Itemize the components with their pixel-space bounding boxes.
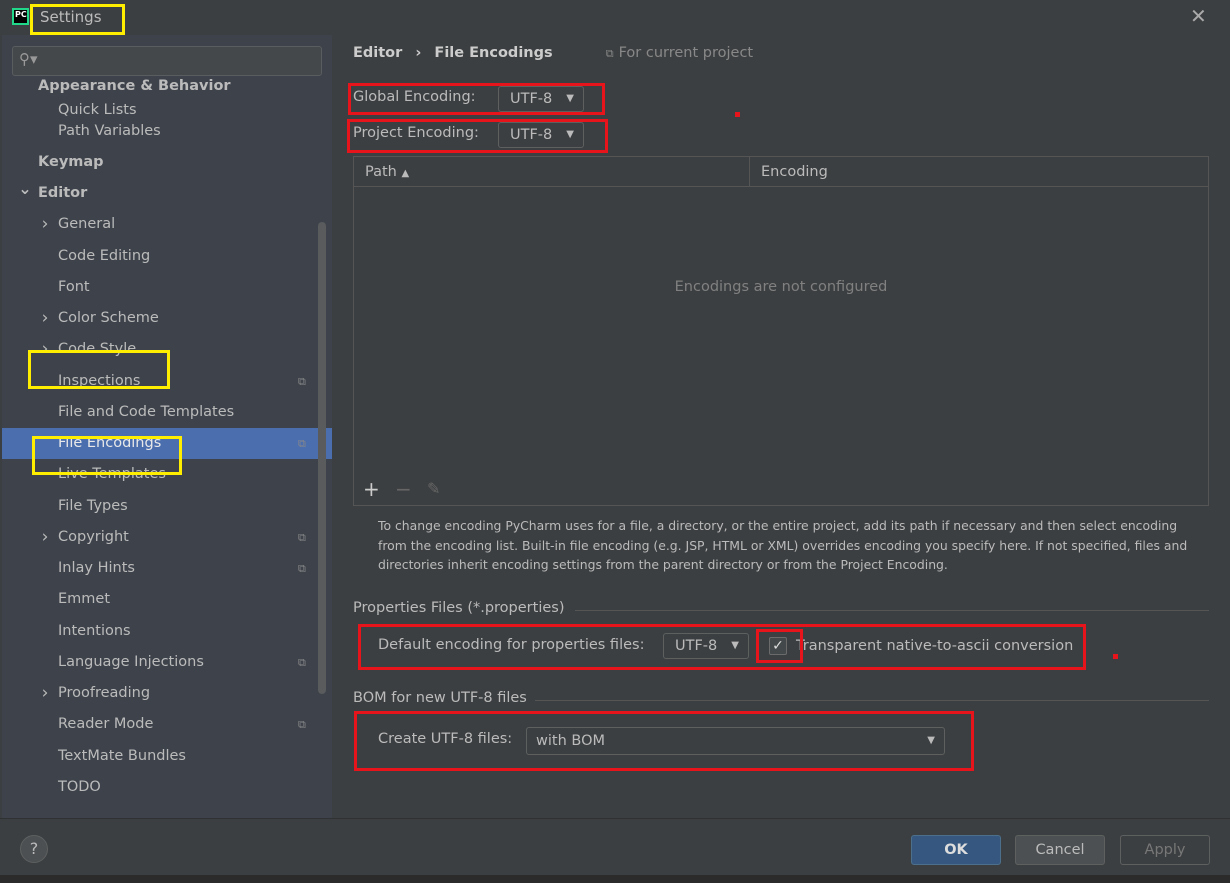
cancel-button[interactable]: Cancel (1015, 835, 1105, 865)
sidebar-item-label: Appearance & Behavior (38, 78, 231, 94)
sidebar-item-label: TODO (58, 779, 101, 795)
sidebar-item-proofreading[interactable]: › Proofreading (2, 678, 318, 709)
sidebar-item-inlay-hints[interactable]: Inlay Hints ⧉ (2, 553, 318, 584)
annotation-box (32, 436, 182, 475)
annotation-box (28, 350, 170, 389)
project-scope-icon: ⧉ (605, 47, 614, 60)
sidebar-item-label: TextMate Bundles (58, 748, 186, 764)
annotation-box (347, 119, 608, 153)
divider (535, 700, 1209, 701)
column-label: Path (365, 164, 397, 180)
sidebar-item-emmet[interactable]: Emmet (2, 584, 318, 615)
sidebar-item-color-scheme[interactable]: › Color Scheme (2, 303, 318, 334)
background-editor-strip (0, 875, 1230, 883)
sidebar-item-label: Code Editing (58, 248, 151, 264)
sidebar-item-editor[interactable]: ⌄ Editor (2, 178, 318, 209)
breadcrumb-separator: › (415, 45, 422, 61)
pycharm-icon: PC (12, 8, 29, 25)
column-encoding[interactable]: Encoding (761, 164, 828, 180)
project-scope-icon: ⧉ (298, 718, 306, 731)
sidebar-item-intentions[interactable]: Intentions (2, 616, 318, 647)
close-icon[interactable]: ✕ (1190, 4, 1207, 28)
sidebar-item-label: Font (58, 279, 90, 295)
sidebar-item-font[interactable]: Font (2, 272, 318, 303)
breadcrumb: Editor › File Encodings ⧉ For current pr… (353, 45, 753, 61)
sidebar-item-label: General (58, 216, 116, 232)
breadcrumb-parent[interactable]: Editor (353, 45, 402, 61)
breadcrumb-current: File Encodings (434, 45, 553, 61)
sidebar-item-label: Quick Lists (58, 102, 137, 117)
sidebar-item-general[interactable]: › General (2, 209, 318, 240)
column-divider (749, 157, 750, 187)
annotation-box (354, 711, 974, 771)
sidebar-item-label: Emmet (58, 591, 111, 607)
project-scope-icon: ⧉ (298, 437, 306, 450)
properties-section-title: Properties Files (*.properties) (353, 600, 565, 616)
bom-section-title: BOM for new UTF-8 files (353, 690, 527, 706)
empty-text: Encodings are not configured (674, 279, 888, 295)
sidebar-item-path-variables[interactable]: Path Variables (2, 116, 318, 147)
table-header: Path ▲ Encoding (354, 157, 1208, 187)
chevron-down-icon[interactable]: ⌄ (18, 173, 32, 204)
sidebar-item-file-and-code-templates[interactable]: File and Code Templates (2, 397, 318, 428)
sidebar-item-todo[interactable]: TODO (2, 772, 318, 803)
sidebar-item-label: File Types (58, 498, 128, 514)
help-button[interactable]: ? (20, 835, 48, 863)
footer: ? OK Cancel Apply (0, 818, 1230, 875)
annotation-box (756, 629, 803, 663)
apply-button[interactable]: Apply (1120, 835, 1210, 865)
annotation-dot (735, 112, 740, 117)
sidebar-item-copyright[interactable]: › Copyright ⧉ (2, 522, 318, 553)
add-icon[interactable]: + (363, 477, 380, 501)
sidebar-item-keymap[interactable]: Keymap (2, 147, 318, 178)
remove-icon[interactable]: − (395, 477, 412, 501)
sidebar-item-label: Inlay Hints (58, 560, 135, 576)
sidebar-item-label: Reader Mode (58, 716, 154, 732)
chevron-right-icon[interactable]: › (38, 678, 52, 709)
project-scope-icon: ⧉ (298, 656, 306, 669)
sidebar-item-label: Proofreading (58, 685, 151, 701)
scope-label: For current project (618, 45, 754, 61)
title-bar: PC Settings ✕ (0, 0, 1230, 35)
encodings-table: Path ▲ Encoding Encodings are not config… (353, 156, 1209, 506)
sidebar-item-code-editing[interactable]: Code Editing (2, 241, 318, 272)
annotation-box (358, 624, 1086, 670)
edit-icon[interactable]: ✎ (427, 479, 440, 498)
sidebar-item-language-injections[interactable]: Language Injections ⧉ (2, 647, 318, 678)
sidebar-item-textmate-bundles[interactable]: TextMate Bundles (2, 741, 318, 772)
sidebar-item-label: Color Scheme (58, 310, 159, 326)
project-scope-icon: ⧉ (298, 562, 306, 575)
table-toolbar: + − ✎ (354, 475, 1208, 506)
chevron-right-icon[interactable]: › (38, 522, 52, 553)
sidebar-item-label: File and Code Templates (58, 404, 235, 420)
sidebar-item-appearance-behavior[interactable]: Appearance & Behavior (2, 71, 318, 102)
sidebar-item-label: Intentions (58, 623, 131, 639)
sidebar-scrollbar[interactable] (318, 222, 326, 694)
search-icon: ⚲▾ (19, 50, 38, 68)
sidebar-item-file-types[interactable]: File Types (2, 491, 318, 522)
annotation-box (30, 4, 125, 35)
annotation-box (348, 83, 605, 115)
annotation-dot (1113, 654, 1118, 659)
chevron-right-icon[interactable]: › (38, 209, 52, 240)
ok-button[interactable]: OK (911, 835, 1001, 865)
help-text: To change encoding PyCharm uses for a fi… (378, 518, 1188, 572)
project-scope-icon: ⧉ (298, 375, 306, 388)
sidebar-item-label: Editor (38, 185, 88, 201)
sort-ascending-icon: ▲ (401, 168, 410, 179)
sidebar-item-reader-mode[interactable]: Reader Mode ⧉ (2, 709, 318, 740)
sidebar-item-label: Language Injections (58, 654, 204, 670)
column-path[interactable]: Path ▲ (365, 164, 409, 180)
chevron-right-icon[interactable]: › (38, 303, 52, 334)
sidebar: ⚲▾ Appearance & Behavior Quick Lists Path … (2, 35, 332, 818)
sidebar-item-label: Keymap (38, 154, 104, 170)
project-scope-icon: ⧉ (298, 531, 306, 544)
divider (575, 610, 1209, 611)
sidebar-item-label: Copyright (58, 529, 129, 545)
sidebar-item-quick-lists[interactable]: Quick Lists (2, 101, 318, 117)
sidebar-item-label: Path Variables (58, 123, 161, 139)
